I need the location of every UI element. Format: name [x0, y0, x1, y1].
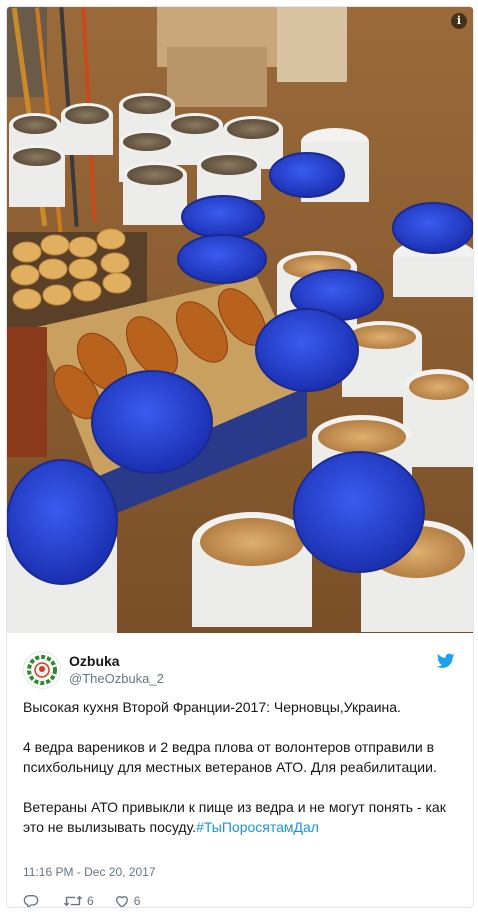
like-count: 6 — [133, 894, 141, 908]
tweet-text: Высокая кухня Второй Франции-2017: Черно… — [23, 697, 463, 857]
tweet-card: i Ozbuka @TheOzbuka_2 Высокая кухня Втор… — [6, 6, 474, 908]
twitter-bird-icon[interactable] — [437, 653, 455, 669]
tweet-paragraph-3: Ветераны АТО привыкли к пище из ведра и … — [23, 797, 463, 837]
avatar[interactable] — [23, 651, 61, 689]
retweet-icon — [63, 895, 83, 907]
retweet-count: 6 — [87, 894, 94, 908]
heart-icon — [115, 896, 128, 907]
tweet-photo[interactable]: i — [7, 7, 473, 633]
tweet-line-1: Высокая кухня Второй Франции-2017: Черно… — [23, 699, 401, 715]
reply-icon — [23, 895, 39, 907]
author-handle[interactable]: @TheOzbuka_2 — [69, 671, 164, 686]
hashtag-link[interactable]: #ТыПоросятамДал — [196, 819, 319, 835]
tweet-actions: 6 6 — [23, 892, 160, 908]
retweet-button[interactable]: 6 — [63, 893, 94, 908]
photo-buckets-of-food — [7, 7, 473, 633]
tweet-timestamp[interactable]: 11:16 PM - Dec 20, 2017 — [23, 865, 156, 879]
like-button[interactable]: 6 — [114, 893, 141, 908]
tweet-paragraph-2: 4 ведра вареников и 2 ведра плова от вол… — [23, 739, 437, 775]
ozbuka-logo-icon — [27, 655, 57, 685]
info-icon[interactable]: i — [451, 13, 467, 29]
tweet-header: Ozbuka @TheOzbuka_2 — [23, 647, 459, 693]
author-name[interactable]: Ozbuka — [69, 653, 120, 669]
reply-button[interactable] — [23, 893, 43, 907]
